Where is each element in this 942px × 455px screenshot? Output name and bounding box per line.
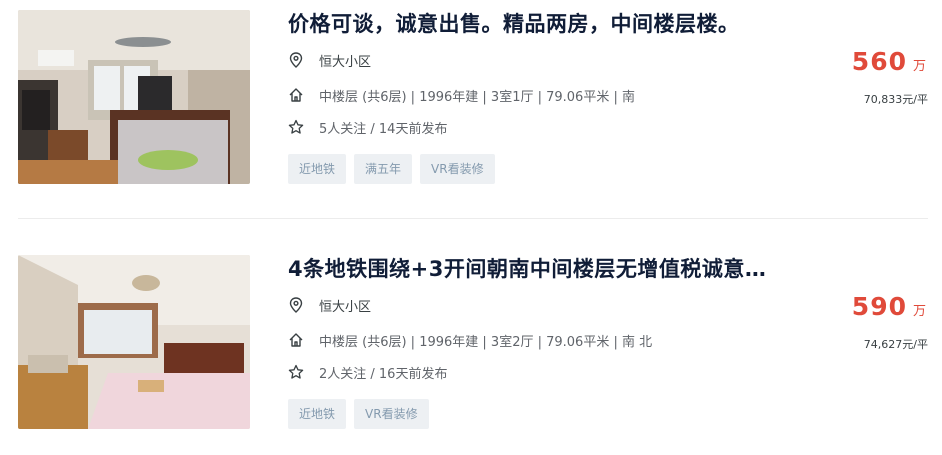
follow-row: 2人关注 / 16天前发布 (288, 362, 447, 382)
location-pin-icon (288, 52, 304, 68)
follow-row: 5人关注 / 14天前发布 (288, 117, 447, 137)
house-icon (288, 87, 304, 103)
unit-price: 70,833元/平 (863, 93, 928, 106)
community-row: 恒大小区 (288, 295, 371, 315)
house-icon (288, 332, 304, 348)
listing-title[interactable]: 价格可谈，诚意出售。精品两房，中间楼层楼。 (288, 8, 788, 38)
tag: 近地铁 (288, 154, 347, 184)
house-info-row: 中楼层 (共6层) | 1996年建 | 3室2厅 | 79.06平米 | 南 … (288, 330, 652, 350)
total-price-value: 560 (851, 47, 907, 76)
star-outline-icon (288, 364, 304, 380)
listing-card[interactable]: 4条地铁围绕+3开间朝南中间楼层无增值税诚意… 恒大小区 中楼层 (共6层) |… (0, 245, 942, 455)
follow-text: 5人关注 / 14天前发布 (319, 121, 448, 137)
community-link[interactable]: 恒大小区 (319, 51, 371, 70)
house-info-text: 中楼层 (共6层) | 1996年建 | 3室2厅 | 79.06平米 | 南 … (319, 334, 653, 350)
house-info-text: 中楼层 (共6层) | 1996年建 | 3室1厅 | 79.06平米 | 南 (319, 89, 635, 105)
tag: VR看装修 (420, 154, 495, 184)
star-outline-icon (288, 119, 304, 135)
listing-card[interactable]: 价格可谈，诚意出售。精品两房，中间楼层楼。 恒大小区 中楼层 (共6层) | 1… (0, 0, 942, 210)
listing-title[interactable]: 4条地铁围绕+3开间朝南中间楼层无增值税诚意… (288, 253, 788, 283)
tag-list: 近地铁 VR看装修 (288, 399, 429, 429)
total-price: 590 万 (852, 292, 926, 321)
listing-divider (18, 218, 928, 219)
total-price-unit: 万 (912, 304, 926, 319)
listing-photo[interactable] (18, 255, 250, 429)
bedroom-photo-image (18, 10, 250, 184)
house-info-row: 中楼层 (共6层) | 1996年建 | 3室1厅 | 79.06平米 | 南 (288, 85, 635, 105)
tag-list: 近地铁 满五年 VR看装修 (288, 154, 495, 184)
bedroom-photo-image (18, 255, 250, 429)
tag: 满五年 (354, 154, 413, 184)
total-price: 560 万 (852, 47, 926, 76)
total-price-value: 590 (851, 292, 907, 321)
total-price-unit: 万 (912, 59, 926, 74)
location-pin-icon (288, 297, 304, 313)
tag: VR看装修 (354, 399, 429, 429)
community-link[interactable]: 恒大小区 (319, 296, 371, 315)
unit-price: 74,627元/平 (863, 338, 928, 351)
follow-text: 2人关注 / 16天前发布 (319, 366, 448, 382)
listing-photo[interactable] (18, 10, 250, 184)
community-row: 恒大小区 (288, 50, 371, 70)
tag: 近地铁 (288, 399, 347, 429)
